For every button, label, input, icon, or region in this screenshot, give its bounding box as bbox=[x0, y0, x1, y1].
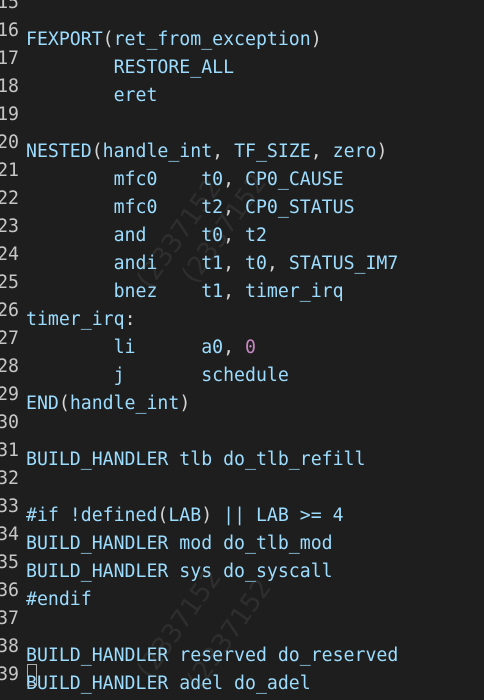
line-number: 39 bbox=[0, 664, 19, 685]
code-line[interactable]: 30 bbox=[0, 409, 484, 437]
code-line[interactable]: 16 FEXPORT(ret_from_exception) bbox=[0, 17, 484, 50]
code-line[interactable]: 33 #if !defined(LAB) || LAB >= 4 bbox=[0, 493, 484, 526]
code-line[interactable]: 38 BUILD_HANDLER reserved do_reserved bbox=[0, 633, 484, 666]
code-lines: 15 16 FEXPORT(ret_from_exception) 17 RESTOR… bbox=[0, 0, 484, 694]
code-editor[interactable]: 15 16 FEXPORT(ret_from_exception) 17 RESTOR… bbox=[0, 0, 484, 700]
code-line[interactable]: 20 NESTED(handle_int, TF_SIZE, zero) bbox=[0, 129, 484, 162]
code-line[interactable]: 28 j schedule bbox=[0, 353, 484, 386]
line-number: 36 bbox=[0, 580, 19, 601]
line-number: 15 bbox=[0, 0, 19, 13]
line-number: 33 bbox=[0, 496, 19, 517]
line-number: 30 bbox=[0, 412, 19, 433]
code-line[interactable]: 21 mfc0 t0, CP0_CAUSE bbox=[0, 157, 484, 190]
code-line[interactable]: 31 BUILD_HANDLER tlb do_tlb_refill bbox=[0, 437, 484, 470]
code-line[interactable]: 36 #endif bbox=[0, 577, 484, 610]
line-number: 22 bbox=[0, 188, 19, 209]
code-line[interactable]: 23 and t0, t2 bbox=[0, 213, 484, 246]
line-number: 27 bbox=[0, 328, 19, 349]
code-line[interactable]: 25 bnez t1, timer_irq bbox=[0, 269, 484, 302]
line-number: 17 bbox=[0, 48, 19, 69]
line-number: 23 bbox=[0, 216, 19, 237]
code-line[interactable]: 27 li a0, 0 bbox=[0, 325, 484, 358]
line-code: BUILD_HANDLER adel do_adel bbox=[26, 670, 311, 698]
line-number: 24 bbox=[0, 244, 19, 265]
code-line[interactable]: 24 andi t1, t0, STATUS_IM7 bbox=[0, 241, 484, 274]
code-line[interactable]: 22 mfc0 t2, CP0_STATUS bbox=[0, 185, 484, 218]
line-number: 31 bbox=[0, 440, 19, 461]
line-number: 16 bbox=[0, 20, 19, 41]
code-line[interactable]: 29 END(handle_int) bbox=[0, 381, 484, 414]
code-line[interactable]: 26 timer_irq: bbox=[0, 297, 484, 330]
code-line[interactable]: 15 bbox=[0, 0, 484, 17]
code-line[interactable]: 18 eret bbox=[0, 73, 484, 106]
line-number: 21 bbox=[0, 160, 19, 181]
line-number: 19 bbox=[0, 104, 19, 125]
line-number: 20 bbox=[0, 132, 19, 153]
code-token: BUILD_HANDLER adel do_adel bbox=[26, 673, 311, 694]
line-number: 28 bbox=[0, 356, 19, 377]
line-number: 37 bbox=[0, 608, 19, 629]
code-line[interactable]: 35 BUILD_HANDLER sys do_syscall bbox=[0, 549, 484, 582]
line-number: 29 bbox=[0, 384, 19, 405]
line-number: 18 bbox=[0, 76, 19, 97]
code-line[interactable]: 17 RESTORE_ALL bbox=[0, 45, 484, 78]
line-number: 34 bbox=[0, 524, 19, 545]
code-line[interactable]: 34 BUILD_HANDLER mod do_tlb_mod bbox=[0, 521, 484, 554]
line-number: 38 bbox=[0, 636, 19, 657]
code-line[interactable]: 39 BUILD_HANDLER adel do_adel bbox=[0, 661, 484, 694]
text-cursor bbox=[27, 664, 37, 686]
line-number: 25 bbox=[0, 272, 19, 293]
line-number: 26 bbox=[0, 300, 19, 321]
line-number: 35 bbox=[0, 552, 19, 573]
line-number: 32 bbox=[0, 468, 19, 489]
code-line[interactable]: 32 bbox=[0, 465, 484, 493]
code-line[interactable]: 19 bbox=[0, 101, 484, 129]
code-line[interactable]: 37 bbox=[0, 605, 484, 633]
